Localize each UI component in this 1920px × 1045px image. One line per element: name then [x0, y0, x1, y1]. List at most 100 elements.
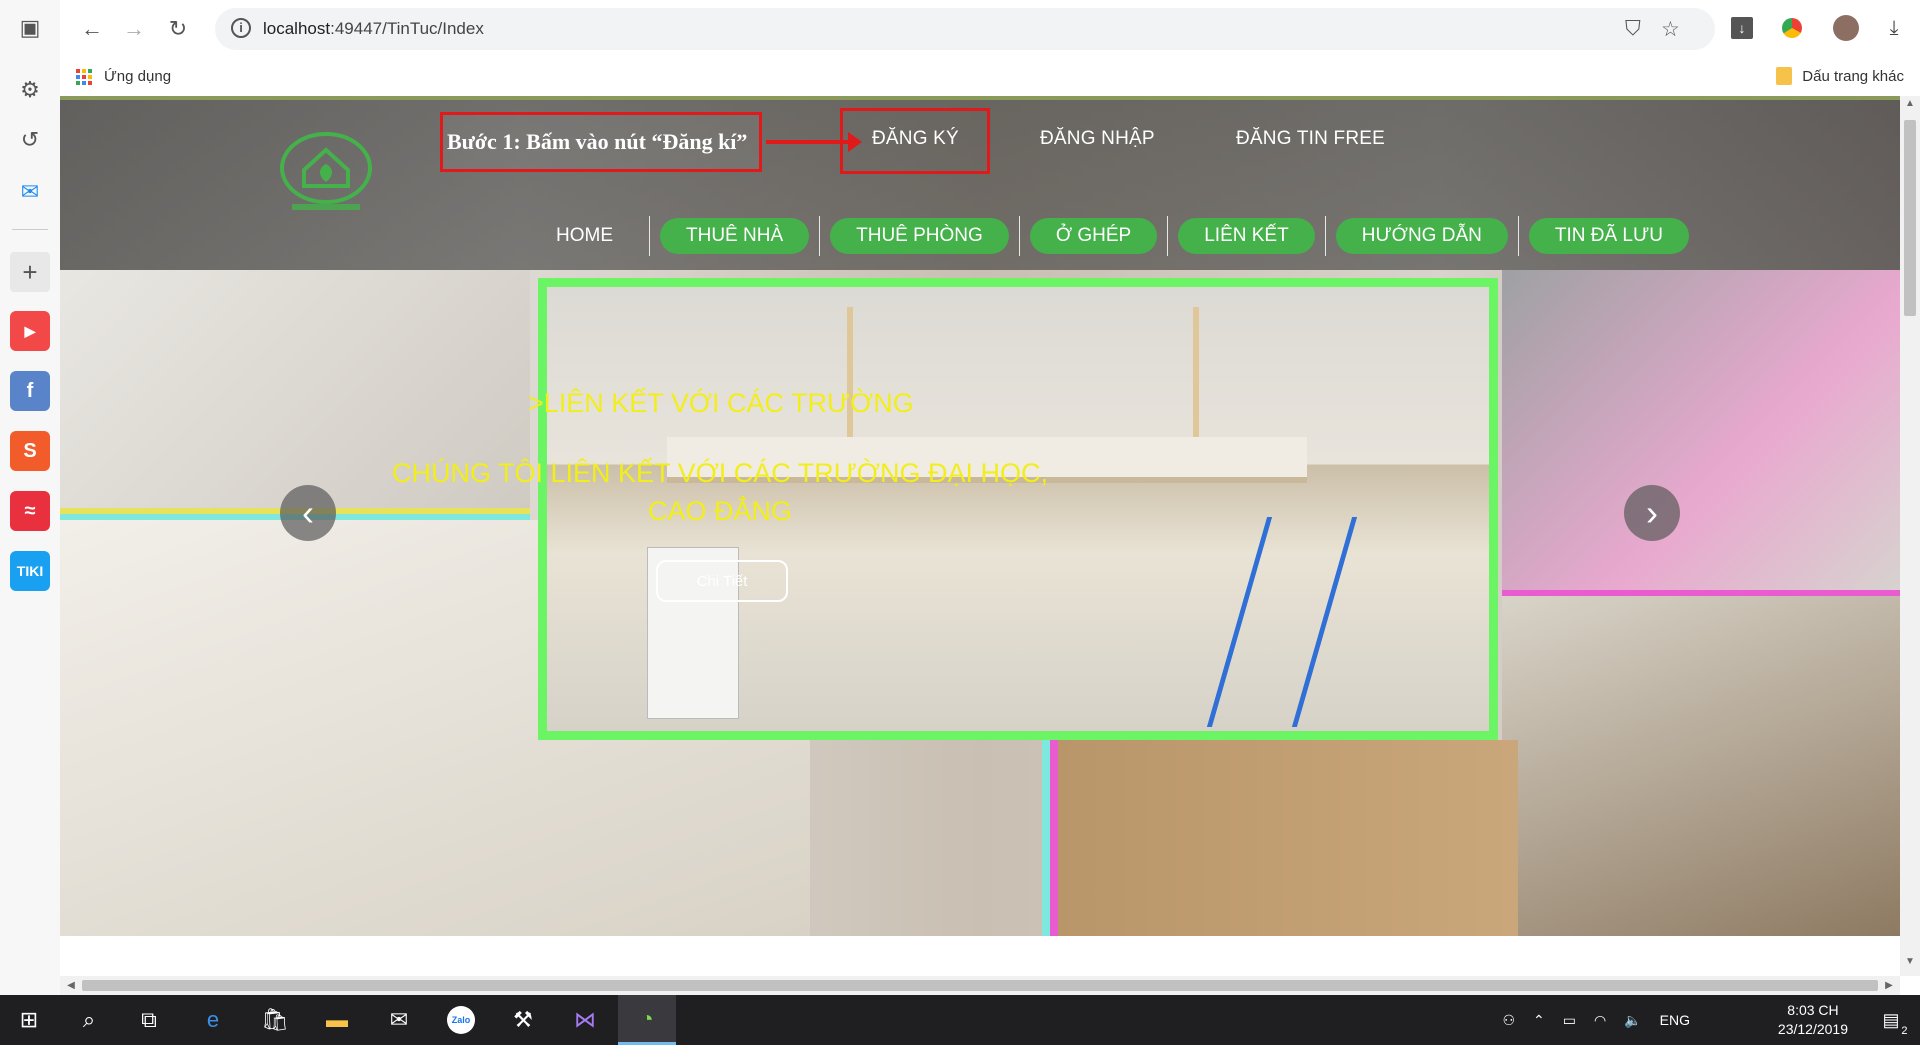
menu-divider [1167, 216, 1169, 256]
carousel-caption-title: >LIÊN KẾT VỚI CÁC TRƯỜNG [528, 388, 914, 418]
volume-icon[interactable]: 🔈 [1624, 1012, 1641, 1029]
sidebar-divider [12, 229, 48, 230]
horizontal-scrollbar[interactable]: ◀ ▶ [60, 976, 1900, 995]
history-icon[interactable]: ↺ [10, 120, 50, 160]
menu-divider [1517, 216, 1519, 256]
url-text[interactable]: localhost:49447/TinTuc/Index [263, 19, 484, 39]
browser-sidebar: ▣ ⚙ ↺ ✉ + ▶ f S ≈ TIKI [0, 0, 61, 995]
site-logo[interactable] [278, 130, 374, 214]
search-icon[interactable]: ⌕ [60, 995, 118, 1045]
carousel-next-icon[interactable]: › [1624, 485, 1680, 541]
facebook-icon[interactable]: f [10, 371, 50, 411]
vertical-scrollbar[interactable]: ▲ ▼ [1900, 96, 1920, 976]
tools-icon[interactable]: ⚒ [494, 995, 552, 1045]
download-extension-icon[interactable]: ↓ [1726, 12, 1758, 44]
menu-item-saved-posts[interactable]: TIN ĐÃ LƯU [1528, 218, 1689, 254]
register-link[interactable]: ĐĂNG KÝ [872, 128, 959, 150]
caption-line: CAO ĐẲNG [647, 496, 793, 526]
scroll-right-icon[interactable]: ▶ [1880, 976, 1898, 995]
collage-image-mid-bottom [1050, 740, 1518, 936]
zalo-icon[interactable]: Zalo [432, 995, 490, 1045]
coccoc-browser-icon[interactable]: ◔ [618, 995, 676, 1045]
hero-banner: Bước 1: Bấm vào nút “Đăng kí” ĐĂNG KÝ ĐĂ… [60, 96, 1900, 936]
clock-date: 23/12/2019 [1777, 1021, 1848, 1037]
collage-stripe [1502, 590, 1900, 596]
language-indicator[interactable]: ENG [1660, 1012, 1690, 1028]
collage-stripe [1042, 740, 1050, 936]
scrollbar-thumb[interactable] [82, 980, 1878, 991]
scroll-up-icon[interactable]: ▲ [1900, 98, 1920, 116]
site-info-icon[interactable]: i [231, 18, 251, 38]
carousel-caption-text: CHÚNG TÔI LIÊN KẾT VỚI CÁC TRƯỜNG ĐẠI HỌ… [360, 454, 1080, 530]
apps-shortcut[interactable]: Ứng dụng [76, 68, 171, 85]
task-view-icon[interactable]: ⧉ [120, 995, 178, 1045]
taskbar-clock[interactable]: 8:03 CH 23/12/2019 [1778, 1001, 1848, 1039]
settings-icon[interactable]: ⚙ [10, 70, 50, 110]
menu-item-home[interactable]: HOME [530, 218, 639, 254]
mail-icon[interactable]: ✉ [370, 995, 428, 1045]
edge-icon[interactable]: e [184, 995, 242, 1045]
bookmarks-bar: Ứng dụng Dấu trang khác [60, 58, 1920, 97]
people-icon[interactable]: ⚇ [1502, 1012, 1515, 1029]
menu-item-roommate[interactable]: Ở GHÉP [1029, 218, 1158, 254]
system-tray: ⚇ ⌃ ▭ ◠ 🔈 ENG [1502, 995, 1690, 1045]
annotation-text: Bước 1: Bấm vào nút “Đăng kí” [447, 129, 748, 154]
tiki-icon[interactable]: TIKI [10, 551, 50, 591]
carousel-prev-icon[interactable]: ‹ [280, 485, 336, 541]
messenger-icon[interactable]: ✉ [10, 172, 50, 212]
menu-divider [819, 216, 821, 256]
scroll-down-icon[interactable]: ▼ [1900, 956, 1920, 974]
shield-icon[interactable]: ⛉ [1625, 17, 1641, 41]
scroll-left-icon[interactable]: ◀ [62, 976, 80, 995]
menu-item-links[interactable]: LIÊN KẾT [1178, 218, 1315, 254]
menu-item-rent-room[interactable]: THUÊ PHÒNG [830, 218, 1009, 254]
login-link[interactable]: ĐĂNG NHẬP [1040, 128, 1155, 150]
downloads-icon[interactable]: ⤓ [1878, 12, 1910, 44]
windows-start-icon[interactable]: ⊞ [0, 995, 58, 1045]
folder-icon [1776, 67, 1793, 85]
file-explorer-icon[interactable]: ▬ [308, 995, 366, 1045]
post-free-link[interactable]: ĐĂNG TIN FREE [1236, 128, 1385, 150]
youtube-icon[interactable]: ▶ [10, 311, 50, 351]
reload-icon[interactable]: ↻ [162, 13, 194, 45]
apps-label: Ứng dụng [104, 68, 172, 85]
room-ladder [1206, 517, 1358, 727]
menu-divider [1018, 216, 1020, 256]
page-viewport: Bước 1: Bấm vào nút “Đăng kí” ĐĂNG KÝ ĐĂ… [60, 96, 1900, 976]
menu-divider [1324, 216, 1326, 256]
notification-center-icon[interactable]: ▤ 2 [1862, 995, 1920, 1045]
menu-divider [649, 216, 650, 256]
menu-item-rent-house[interactable]: THUÊ NHÀ [660, 218, 810, 254]
tray-chevron-icon[interactable]: ⌃ [1533, 1012, 1545, 1029]
store-icon[interactable]: 🛍 [246, 995, 304, 1045]
visual-studio-icon[interactable]: ⋈ [556, 995, 614, 1045]
detail-button[interactable]: Chi Tiết [656, 560, 788, 602]
panel-toggle-icon[interactable]: ▣ [10, 8, 50, 48]
windows-taskbar: ⊞ ⌕ ⧉ e 🛍 ▬ ✉ Zalo ⚒ ⋈ ◔ ⚇ ⌃ ▭ ◠ 🔈 ENG 8… [0, 995, 1920, 1045]
main-menu: HOME THUÊ NHÀ THUÊ PHÒNG Ở GHÉP LIÊN KẾT… [520, 216, 1699, 256]
caption-line: CHÚNG TÔI LIÊN KẾT VỚI CÁC TRƯỜNG ĐẠI HỌ… [392, 458, 1048, 488]
other-bookmarks[interactable]: Dấu trang khác [1776, 67, 1904, 85]
chrome-extension-icon[interactable] [1776, 12, 1808, 44]
shopee-icon[interactable]: S [10, 431, 50, 471]
scrollbar-thumb[interactable] [1904, 120, 1916, 316]
apps-grid-icon [76, 68, 92, 85]
other-bookmarks-label: Dấu trang khác [1802, 67, 1904, 85]
profile-avatar[interactable] [1830, 12, 1862, 44]
menu-item-guide[interactable]: HƯỚNG DẪN [1335, 218, 1508, 254]
clock-time: 8:03 CH [1787, 1002, 1839, 1018]
forward-icon[interactable]: → [118, 13, 150, 45]
notification-count: 2 [1901, 1024, 1908, 1037]
collage-image-right-bottom [1502, 594, 1900, 936]
address-bar[interactable]: i localhost:49447/TinTuc/Index ⛉ ☆ [215, 8, 1715, 50]
add-app-icon[interactable]: + [10, 252, 50, 292]
lazada-icon[interactable]: ≈ [10, 491, 50, 531]
bookmark-star-icon[interactable]: ☆ [1661, 17, 1680, 42]
annotation-arrow-icon [766, 132, 862, 152]
collage-image-right-top [1502, 270, 1900, 590]
battery-icon[interactable]: ▭ [1563, 1012, 1576, 1029]
back-icon[interactable]: ← [76, 13, 108, 45]
tutorial-annotation: Bước 1: Bấm vào nút “Đăng kí” [440, 112, 762, 172]
wifi-icon[interactable]: ◠ [1594, 1012, 1606, 1029]
browser-toolbar: ← → ↻ i localhost:49447/TinTuc/Index ⛉ ☆… [60, 0, 1920, 58]
